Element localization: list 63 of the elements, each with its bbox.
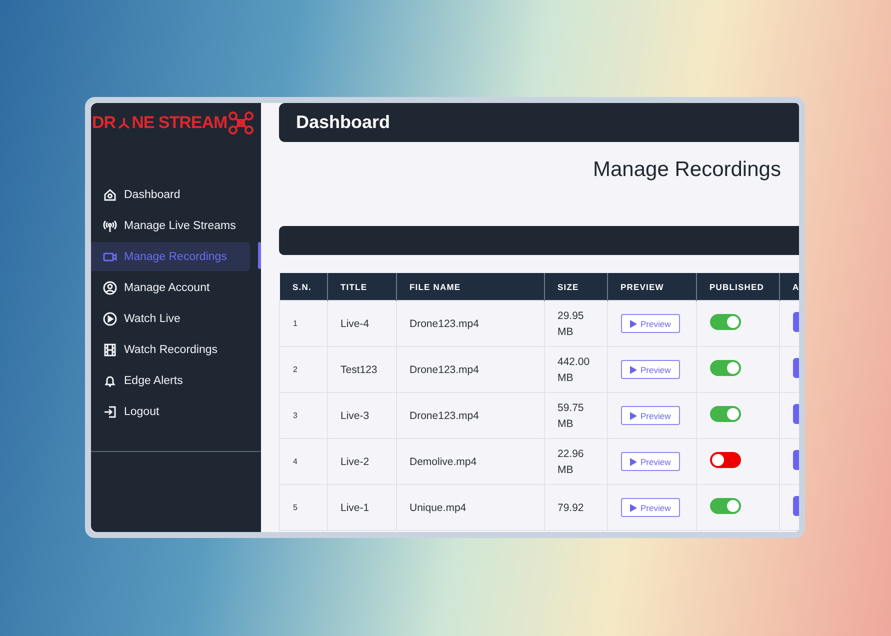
- preview-button[interactable]: Preview: [620, 452, 680, 471]
- column-header: PUBLISHED: [696, 273, 779, 300]
- preview-button[interactable]: Preview: [620, 314, 680, 333]
- table-cell: 3: [280, 392, 327, 438]
- preview-button[interactable]: Preview: [620, 360, 680, 379]
- table-cell: Unique.mp4: [396, 484, 544, 530]
- column-header: SIZE: [544, 273, 607, 300]
- preview-button[interactable]: Preview: [620, 406, 680, 425]
- sidebar-item[interactable]: Manage Live Streams: [91, 211, 250, 240]
- table-cell: 442.00 MB: [544, 346, 607, 392]
- play-icon: [630, 412, 636, 420]
- sidebar-item[interactable]: Edge Alerts: [91, 366, 250, 395]
- active-indicator: [258, 242, 261, 269]
- propeller-icon: [116, 116, 131, 130]
- home-icon: [103, 188, 117, 202]
- page-title: Manage Recordings: [593, 158, 782, 183]
- column-header: FILE NAME: [396, 273, 544, 300]
- table-cell: 4: [280, 438, 327, 484]
- play-icon: [630, 458, 636, 466]
- table-cell: Live-4: [327, 300, 396, 346]
- table-cell: 29.95 MB: [544, 300, 607, 346]
- film-icon: [103, 342, 117, 356]
- preview-button[interactable]: Preview: [620, 498, 680, 517]
- column-header: S.N.: [280, 273, 327, 300]
- table-cell: Live-1: [327, 484, 396, 530]
- table-cell: Drone123.mp4: [396, 346, 544, 392]
- drone-icon: [228, 111, 254, 135]
- table-cell: Drone123.mp4: [396, 392, 544, 438]
- play-icon: [630, 366, 636, 374]
- play-icon: [630, 504, 636, 512]
- toggle-switch[interactable]: [710, 498, 740, 514]
- column-header: A: [779, 273, 799, 300]
- user-icon: [103, 280, 117, 294]
- antenna-icon: [103, 218, 117, 232]
- play-icon: [630, 320, 636, 328]
- table-cell: Demolive.mp4: [396, 438, 544, 484]
- logout-icon: [103, 404, 117, 418]
- logo-text: DR: [92, 113, 116, 133]
- column-header: TITLE: [327, 273, 396, 300]
- toggle-switch[interactable]: [710, 360, 740, 376]
- toggle-switch[interactable]: [710, 314, 740, 330]
- table-cell: 79.92: [544, 484, 607, 530]
- sidebar-item[interactable]: Logout: [91, 397, 250, 426]
- table-cell: 2: [280, 346, 327, 392]
- logo-text: NE STREAM: [132, 113, 228, 133]
- table-cell: 59.75 MB: [544, 392, 607, 438]
- header-title: Dashboard: [296, 112, 390, 133]
- table-cell: 22.96 MB: [544, 438, 607, 484]
- toggle-switch[interactable]: [710, 452, 740, 468]
- table-cell: Drone123.mp4: [396, 300, 544, 346]
- toggle-switch[interactable]: [710, 406, 740, 422]
- column-header: PREVIEW: [607, 273, 696, 300]
- table-cell: Test123: [327, 346, 396, 392]
- play-icon: [103, 312, 117, 326]
- bell-icon: [103, 374, 117, 388]
- table-cell: Live-3: [327, 392, 396, 438]
- table-cell: Live-2: [327, 438, 396, 484]
- table-cell: 1: [280, 300, 327, 346]
- table-cell: 5: [280, 484, 327, 530]
- sidebar-item[interactable]: Dashboard: [91, 180, 250, 209]
- sidebar-item[interactable]: Manage Account: [91, 273, 250, 302]
- sidebar-item[interactable]: Watch Recordings: [91, 335, 250, 364]
- sidebar-item[interactable]: Watch Live: [91, 304, 250, 333]
